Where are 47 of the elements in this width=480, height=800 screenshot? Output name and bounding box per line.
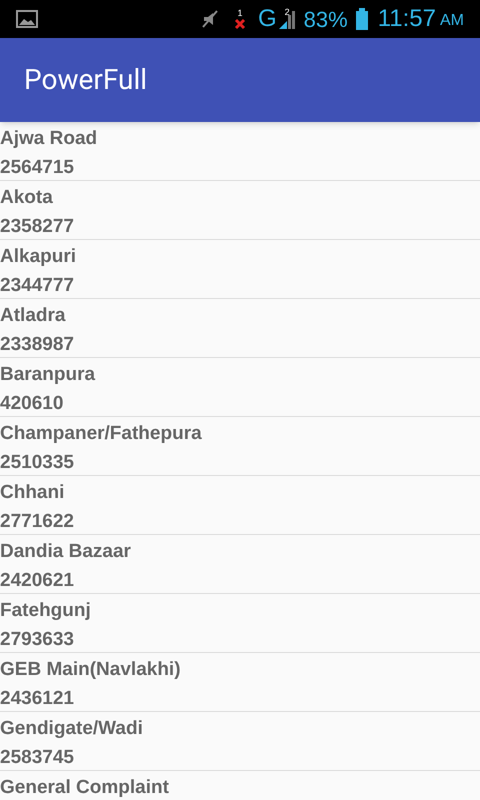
office-name: Champaner/Fathepura bbox=[0, 422, 202, 446]
phone-number: 2420621 bbox=[0, 569, 74, 593]
list-item[interactable]: Baranpura 420610 bbox=[0, 358, 480, 417]
list-item[interactable]: Ajwa Road 2564715 bbox=[0, 122, 480, 181]
office-name: Akota bbox=[0, 186, 53, 210]
office-name: Gendigate/Wadi bbox=[0, 717, 143, 741]
office-name: General Complaint bbox=[0, 776, 169, 800]
signal-icon bbox=[278, 9, 295, 29]
image-icon bbox=[16, 10, 38, 28]
phone-number: 2564715 bbox=[0, 156, 74, 180]
network-type: G bbox=[258, 4, 277, 34]
list-item[interactable]: Champaner/Fathepura 2510335 bbox=[0, 417, 480, 476]
list-item[interactable]: General Complaint bbox=[0, 771, 480, 800]
list-item[interactable]: Chhani 2771622 bbox=[0, 476, 480, 535]
list-item[interactable]: Akota 2358277 bbox=[0, 181, 480, 240]
list-item[interactable]: Dandia Bazaar 2420621 bbox=[0, 535, 480, 594]
office-name: Fatehgunj bbox=[0, 599, 91, 623]
phone-number: 2338987 bbox=[0, 333, 74, 357]
mute-icon bbox=[200, 9, 220, 29]
signal-slot-label: 2 bbox=[284, 6, 290, 19]
office-name: Ajwa Road bbox=[0, 127, 98, 151]
list-item[interactable]: GEB Main(Navlakhi) 2436121 bbox=[0, 653, 480, 712]
battery-percent: 83% bbox=[304, 6, 348, 34]
phone-number: 2510335 bbox=[0, 451, 74, 475]
phone-number: 2771622 bbox=[0, 510, 74, 534]
office-name: Chhani bbox=[0, 481, 64, 505]
no-signal-icon bbox=[234, 18, 246, 30]
list-item[interactable]: Alkapuri 2344777 bbox=[0, 240, 480, 299]
office-name: Alkapuri bbox=[0, 245, 76, 269]
phone-number: 2358277 bbox=[0, 215, 74, 239]
list-item[interactable]: Atladra 2338987 bbox=[0, 299, 480, 358]
office-name: Dandia Bazaar bbox=[0, 540, 131, 564]
phone-number: 420610 bbox=[0, 392, 64, 416]
list-item[interactable]: Gendigate/Wadi 2583745 bbox=[0, 712, 480, 771]
phone-number: 2344777 bbox=[0, 274, 74, 298]
clock: 11:57 bbox=[378, 4, 436, 34]
phone-number: 2583745 bbox=[0, 746, 74, 770]
phone-number: 2436121 bbox=[0, 687, 74, 711]
phone-number: 2793633 bbox=[0, 628, 74, 652]
battery-icon bbox=[356, 8, 368, 30]
office-name: Baranpura bbox=[0, 363, 96, 387]
clock-meridiem: AM bbox=[440, 11, 464, 31]
list-item[interactable]: Fatehgunj 2793633 bbox=[0, 594, 480, 653]
app-title: PowerFull bbox=[24, 62, 148, 98]
office-name: GEB Main(Navlakhi) bbox=[0, 658, 181, 682]
office-name: Atladra bbox=[0, 304, 66, 328]
sim-slot-label: 1 bbox=[237, 8, 242, 18]
